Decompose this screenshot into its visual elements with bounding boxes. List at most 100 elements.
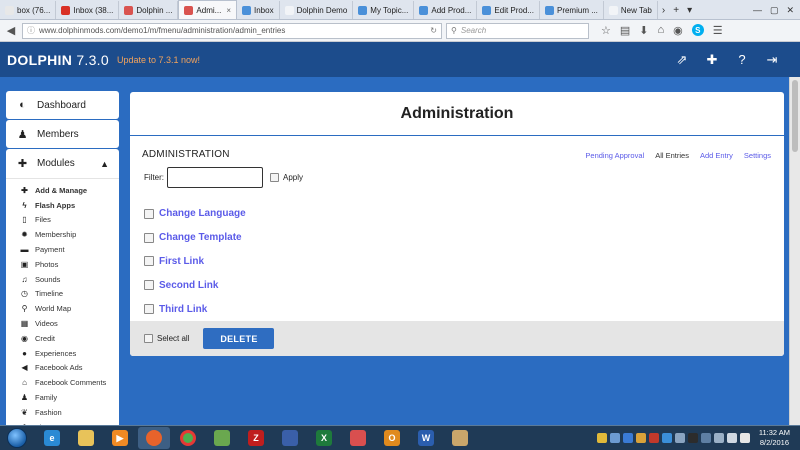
scrollbar-thumb[interactable]	[792, 80, 798, 152]
update-link[interactable]: Update to 7.3.1 now!	[117, 55, 200, 65]
tab-list-icon[interactable]: ▾	[683, 1, 696, 19]
tray-icon[interactable]	[622, 433, 633, 443]
browser-search-input[interactable]: ⚲ Search	[446, 22, 589, 39]
entry-link[interactable]: Change Template	[159, 232, 242, 243]
close-window-icon[interactable]: ✕	[786, 5, 794, 16]
external-link-icon[interactable]: ⇗	[675, 52, 689, 68]
panel-tab-link[interactable]: Add Entry	[700, 151, 733, 160]
bookmark-star-icon[interactable]: ☆	[601, 24, 611, 37]
browser-tab[interactable]: Dolphin ...	[119, 1, 179, 19]
page-scrollbar[interactable]	[789, 77, 800, 425]
back-icon[interactable]: ◀	[4, 24, 18, 37]
sidebar-module-item[interactable]: ▬ Payment	[20, 242, 119, 257]
taskbar-paint-icon[interactable]	[342, 427, 374, 449]
sidebar-module-item[interactable]: ▯ Files	[20, 213, 119, 228]
browser-tab[interactable]: Edit Prod...	[477, 1, 540, 19]
sidebar-item-members[interactable]: ♟ Members	[6, 120, 119, 148]
taskbar-explorer-icon[interactable]	[70, 427, 102, 449]
network-icon[interactable]	[726, 433, 737, 443]
tray-icon[interactable]	[687, 433, 698, 443]
tab-scroll-right-icon[interactable]: ›	[658, 1, 669, 19]
new-tab-icon[interactable]: +	[669, 1, 683, 19]
close-tab-icon[interactable]: ×	[226, 6, 231, 15]
sidebar-module-item[interactable]: ◉ Credit	[20, 331, 119, 346]
entry-checkbox[interactable]	[144, 304, 154, 315]
sidebar-module-item[interactable]: ⌂ Facebook Comments	[20, 375, 119, 390]
help-icon[interactable]: ?	[735, 52, 749, 68]
skype-icon[interactable]: S	[691, 24, 704, 36]
tray-icon[interactable]	[596, 433, 607, 443]
sidebar-module-item[interactable]: ▣ Photos	[20, 257, 119, 272]
minimize-icon[interactable]: —	[753, 5, 762, 15]
taskbar-excel-icon[interactable]: X	[308, 427, 340, 449]
entry-checkbox[interactable]	[144, 232, 154, 243]
taskbar-network-icon[interactable]	[274, 427, 306, 449]
tray-icon[interactable]	[648, 433, 659, 443]
url-bar[interactable]: ⓘ www.dolphinmods.com/demo1/m/fmenu/admi…	[22, 22, 442, 39]
browser-tab[interactable]: Dolphin Demo	[280, 1, 354, 19]
url-text[interactable]: www.dolphinmods.com/demo1/m/fmenu/admini…	[39, 26, 426, 35]
sidebar-item-dashboard[interactable]: ◐ Dashboard	[6, 91, 119, 119]
sidebar-module-item[interactable]: ✹ Membership	[20, 227, 119, 242]
panel-tab-link[interactable]: Settings	[744, 151, 771, 160]
taskbar-clock[interactable]: 11:32 AM 8/2/2016	[759, 428, 790, 448]
browser-tab[interactable]: Admi... ×	[178, 0, 237, 19]
taskbar-media-icon[interactable]: ▶	[104, 427, 136, 449]
browser-tab[interactable]: Inbox (38...	[56, 1, 120, 19]
maximize-icon[interactable]: ▢	[770, 5, 779, 16]
sidebar-module-item[interactable]: ❦ Fashion	[20, 405, 119, 420]
taskbar-ie-icon[interactable]: e	[36, 427, 68, 449]
taskbar-word-icon[interactable]: W	[410, 427, 442, 449]
puzzle-icon[interactable]: ✚	[705, 52, 719, 68]
volume-icon[interactable]	[739, 433, 750, 443]
reload-icon[interactable]: ↻	[430, 26, 437, 35]
taskbar-firefox-icon[interactable]	[138, 427, 170, 449]
reading-list-icon[interactable]: ▤	[620, 24, 630, 37]
delete-button[interactable]: DELETE	[203, 328, 275, 349]
apply-label[interactable]: Apply	[283, 173, 303, 182]
logout-icon[interactable]: ⇥	[765, 52, 779, 68]
entry-link[interactable]: Change Language	[159, 208, 246, 219]
browser-tab[interactable]: box (76...	[0, 1, 57, 19]
panel-tab-link[interactable]: All Entries	[655, 151, 689, 160]
entry-checkbox[interactable]	[144, 280, 154, 291]
menu-icon[interactable]: ☰	[713, 24, 723, 37]
sidebar-module-item[interactable]: ⚲ World Map	[20, 301, 119, 316]
entry-checkbox[interactable]	[144, 256, 154, 267]
entry-link[interactable]: First Link	[159, 256, 204, 267]
sidebar-module-item[interactable]: ✚ Add & Manage	[20, 183, 119, 198]
taskbar-chrome-icon[interactable]	[172, 427, 204, 449]
tray-icon[interactable]	[635, 433, 646, 443]
info-icon[interactable]: ⓘ	[27, 25, 35, 36]
browser-tab[interactable]: My Topic...	[353, 1, 415, 19]
chevron-up-icon[interactable]: ▲	[100, 159, 109, 169]
select-all-label[interactable]: Select all	[157, 334, 189, 343]
entry-checkbox[interactable]	[144, 208, 154, 219]
browser-tab[interactable]: Premium ...	[540, 1, 604, 19]
select-all-checkbox[interactable]	[144, 334, 153, 343]
browser-tab[interactable]: Add Prod...	[414, 1, 478, 19]
sidebar-item-modules[interactable]: ✚ Modules ▲	[6, 149, 119, 179]
start-button[interactable]	[4, 426, 30, 450]
sidebar-module-item[interactable]: ◀ Facebook Ads	[20, 361, 119, 376]
download-icon[interactable]: ⬇	[639, 24, 648, 37]
filter-input[interactable]	[167, 167, 263, 188]
tray-icon[interactable]	[700, 433, 711, 443]
home-icon[interactable]: ⌂	[658, 24, 665, 37]
sidebar-module-item[interactable]: ▦ Videos	[20, 316, 119, 331]
sidebar-module-item[interactable]: ♟ Family	[20, 390, 119, 405]
tray-icon[interactable]	[713, 433, 724, 443]
browser-tab[interactable]: New Tab	[604, 1, 658, 19]
taskbar-filezilla-icon[interactable]: Z	[240, 427, 272, 449]
taskbar-palette-icon[interactable]	[444, 427, 476, 449]
browser-tab[interactable]: Inbox	[237, 1, 280, 19]
apply-checkbox[interactable]	[270, 173, 279, 182]
sidebar-module-item[interactable]: ϟ Flash Apps	[20, 198, 119, 213]
taskbar-outlook-icon[interactable]: O	[376, 427, 408, 449]
sidebar-module-item[interactable]: ♫ Sounds	[20, 272, 119, 287]
tray-icon[interactable]	[661, 433, 672, 443]
taskbar-frog-icon[interactable]	[206, 427, 238, 449]
chat-icon[interactable]: ◉	[673, 24, 683, 37]
entry-link[interactable]: Second Link	[159, 280, 218, 291]
brand-logo[interactable]: DOLPHIN 7.3.0	[7, 52, 109, 68]
